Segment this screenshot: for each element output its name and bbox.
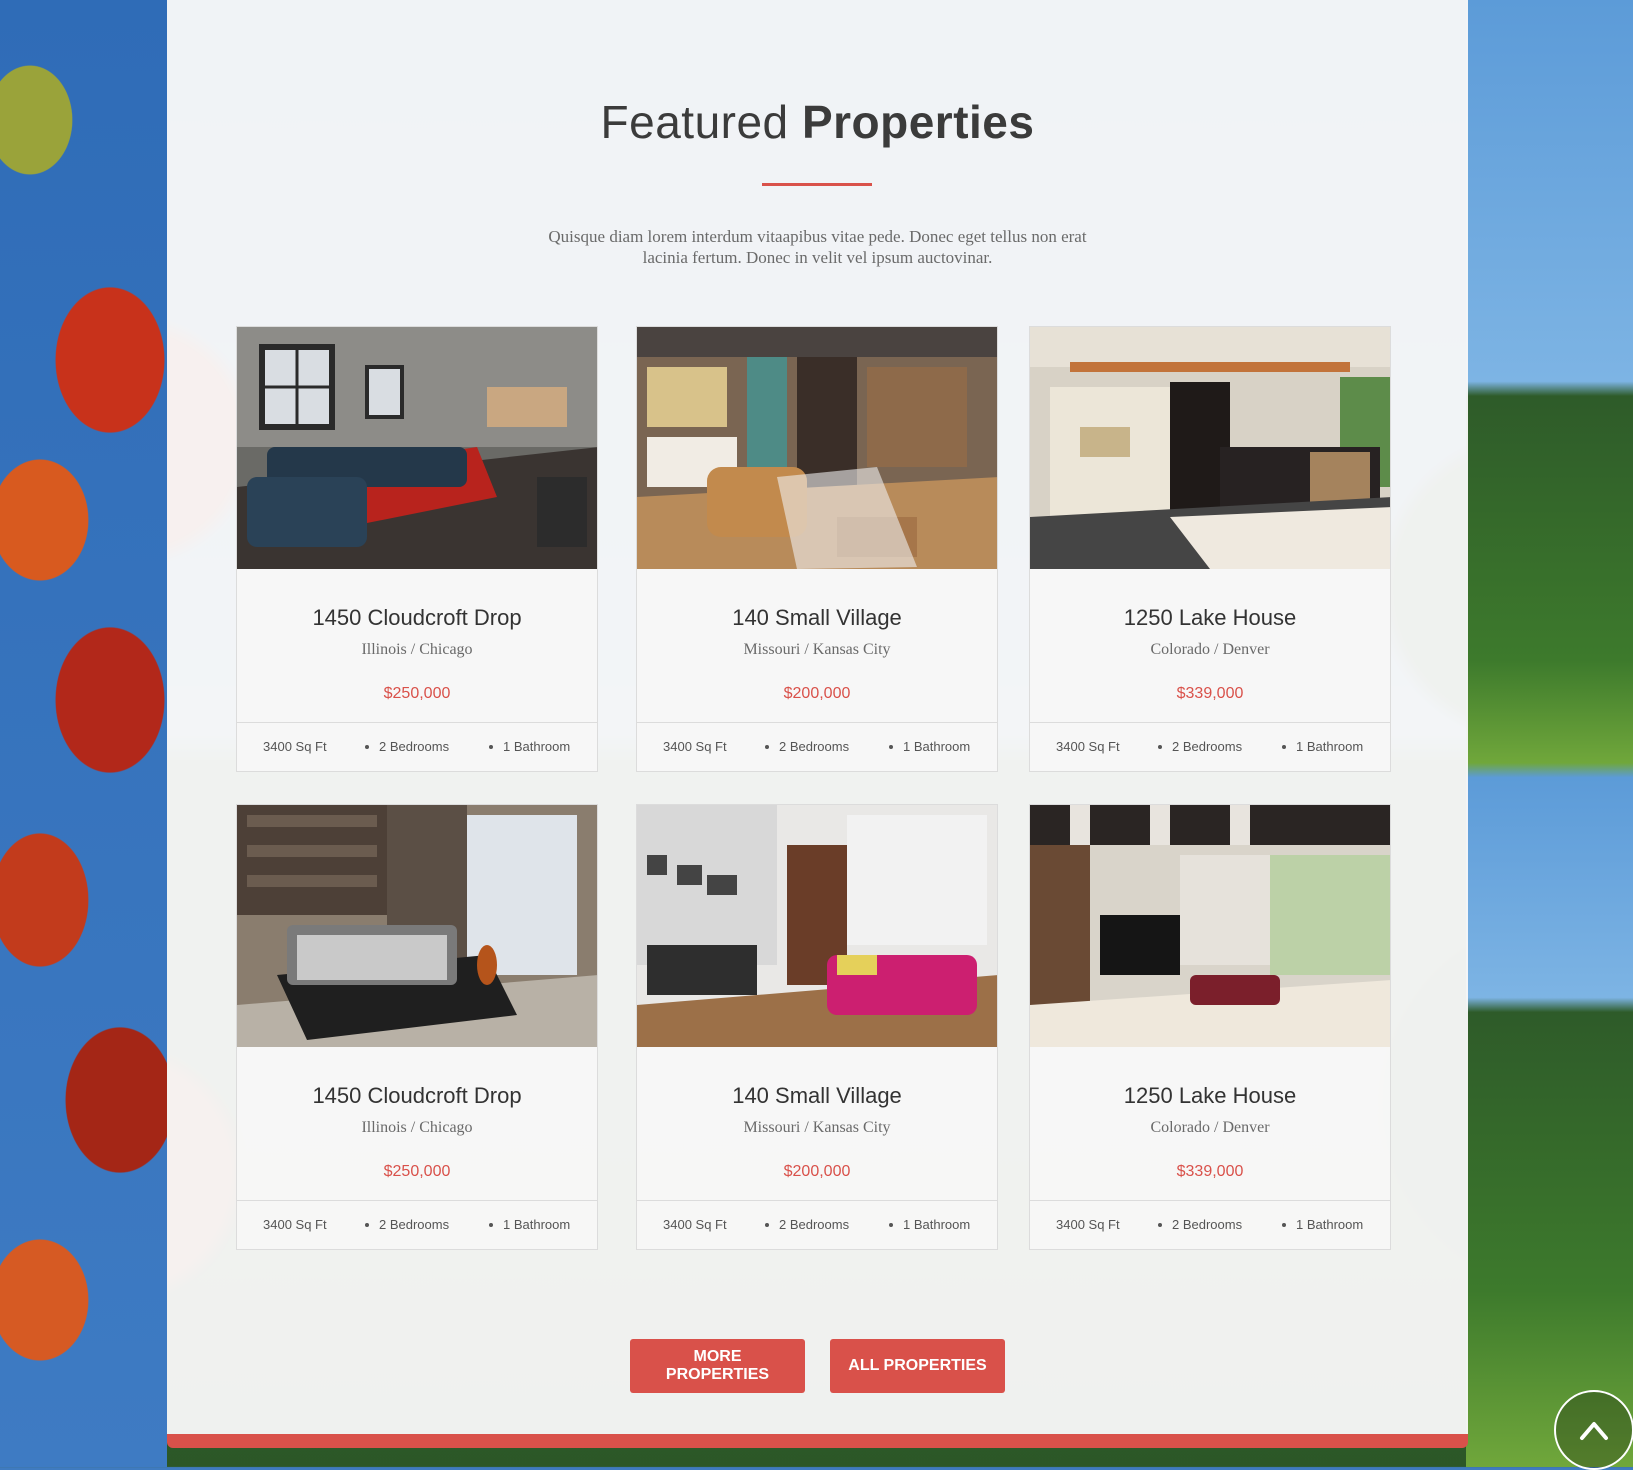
property-name[interactable]: 1450 Cloudcroft Drop [237, 605, 597, 631]
property-location: Colorado / Denver [1150, 1119, 1270, 1136]
more-properties-button[interactable]: MORE PROPERTIES [630, 1339, 805, 1393]
bullet-icon [365, 744, 369, 749]
property-card[interactable]: 140 Small Village Missouri / Kansas City… [636, 326, 998, 772]
living-room-photo[interactable] [237, 327, 597, 569]
property-card[interactable]: 1250 Lake House Colorado / Denver $339,0… [1029, 804, 1391, 1250]
property-area: 3400 Sq Ft [1056, 1217, 1120, 1232]
property-area: 3400 Sq Ft [663, 739, 727, 754]
property-name[interactable]: 1250 Lake House [1030, 1083, 1390, 1109]
property-name[interactable]: 1450 Cloudcroft Drop [237, 1083, 597, 1109]
all-properties-button[interactable]: ALL PROPERTIES [830, 1339, 1005, 1393]
property-area: 3400 Sq Ft [263, 739, 327, 754]
property-specs: 3400 Sq Ft 2 Bedrooms 1 Bathroom [1030, 722, 1390, 771]
property-bedrooms-label: 2 Bedrooms [379, 1217, 450, 1232]
property-card[interactable]: 1450 Cloudcroft Drop Illinois / Chicago … [236, 326, 598, 772]
property-bedrooms: 2 Bedrooms [365, 739, 449, 754]
property-bedrooms: 2 Bedrooms [1158, 1217, 1242, 1232]
property-bedrooms-label: 2 Bedrooms [1172, 739, 1243, 754]
property-bathrooms: 1 Bathroom [489, 1217, 570, 1232]
bullet-icon [889, 744, 893, 749]
property-card[interactable]: 1450 Cloudcroft Drop Illinois / Chicago … [236, 804, 598, 1250]
bullet-icon [765, 1222, 769, 1227]
section-title-light: Featured [600, 96, 789, 148]
bullet-icon [489, 1222, 493, 1227]
bullet-icon [489, 744, 493, 749]
property-bedrooms-label: 2 Bedrooms [1172, 1217, 1243, 1232]
bullet-icon [365, 1222, 369, 1227]
property-name[interactable]: 140 Small Village [637, 1083, 997, 1109]
loft-interior-photo[interactable] [637, 327, 997, 569]
bullet-icon [1158, 744, 1162, 749]
property-bedrooms-label: 2 Bedrooms [779, 1217, 850, 1232]
property-bathrooms: 1 Bathroom [889, 739, 970, 754]
section-title: Featured Properties [167, 95, 1468, 149]
bullet-icon [765, 744, 769, 749]
bullet-icon [889, 1222, 893, 1227]
chevron-up-icon [1580, 1422, 1608, 1440]
back-to-top-button[interactable] [1554, 1390, 1633, 1470]
property-location: Missouri / Kansas City [743, 641, 891, 658]
property-specs: 3400 Sq Ft 2 Bedrooms 1 Bathroom [237, 722, 597, 771]
property-price: $200,000 [783, 1163, 851, 1180]
property-price: $250,000 [383, 685, 451, 702]
background-forest-sky [1466, 0, 1633, 1467]
property-name[interactable]: 1250 Lake House [1030, 605, 1390, 631]
property-price: $339,000 [1176, 685, 1244, 702]
bullet-icon [1282, 744, 1286, 749]
property-location: Colorado / Denver [1150, 641, 1270, 658]
property-bedrooms: 2 Bedrooms [765, 739, 849, 754]
property-bedrooms: 2 Bedrooms [365, 1217, 449, 1232]
property-bedrooms: 2 Bedrooms [765, 1217, 849, 1232]
property-bedrooms-label: 2 Bedrooms [379, 739, 450, 754]
property-bathrooms-label: 1 Bathroom [1296, 1217, 1364, 1232]
property-price: $200,000 [783, 685, 851, 702]
property-bathrooms-label: 1 Bathroom [903, 1217, 971, 1232]
property-location: Illinois / Chicago [361, 641, 473, 658]
property-bathrooms: 1 Bathroom [489, 739, 570, 754]
property-price: $339,000 [1176, 1163, 1244, 1180]
title-divider [762, 183, 872, 186]
section-intro: Quisque diam lorem interdum vitaapibus v… [548, 227, 1087, 267]
office-room-photo[interactable] [637, 805, 997, 1047]
property-specs: 3400 Sq Ft 2 Bedrooms 1 Bathroom [1030, 1200, 1390, 1249]
section-title-bold: Properties [801, 96, 1035, 148]
property-bathrooms-label: 1 Bathroom [503, 1217, 571, 1232]
property-area: 3400 Sq Ft [663, 1217, 727, 1232]
background-autumn-trees [0, 0, 167, 1467]
property-specs: 3400 Sq Ft 2 Bedrooms 1 Bathroom [237, 1200, 597, 1249]
property-bathrooms-label: 1 Bathroom [903, 739, 971, 754]
property-card[interactable]: 140 Small Village Missouri / Kansas City… [636, 804, 998, 1250]
property-location: Illinois / Chicago [361, 1119, 473, 1136]
kitchen-interior-photo[interactable] [1030, 327, 1390, 569]
property-price: $250,000 [383, 1163, 451, 1180]
property-specs: 3400 Sq Ft 2 Bedrooms 1 Bathroom [637, 1200, 997, 1249]
bullet-icon [1158, 1222, 1162, 1227]
property-bathrooms: 1 Bathroom [889, 1217, 970, 1232]
property-name[interactable]: 140 Small Village [637, 605, 997, 631]
property-bedrooms: 2 Bedrooms [1158, 739, 1242, 754]
bullet-icon [1282, 1222, 1286, 1227]
bedroom-photo[interactable] [237, 805, 597, 1047]
property-area: 3400 Sq Ft [263, 1217, 327, 1232]
property-specs: 3400 Sq Ft 2 Bedrooms 1 Bathroom [637, 722, 997, 771]
property-location: Missouri / Kansas City [743, 1119, 891, 1136]
featured-properties-section: Featured Properties Quisque diam lorem i… [167, 0, 1468, 1448]
property-bathrooms-label: 1 Bathroom [503, 739, 571, 754]
property-bedrooms-label: 2 Bedrooms [779, 739, 850, 754]
property-card[interactable]: 1250 Lake House Colorado / Denver $339,0… [1029, 326, 1391, 772]
property-bathrooms: 1 Bathroom [1282, 1217, 1363, 1232]
property-area: 3400 Sq Ft [1056, 739, 1120, 754]
property-bathrooms: 1 Bathroom [1282, 739, 1363, 754]
lounge-photo[interactable] [1030, 805, 1390, 1047]
property-bathrooms-label: 1 Bathroom [1296, 739, 1364, 754]
